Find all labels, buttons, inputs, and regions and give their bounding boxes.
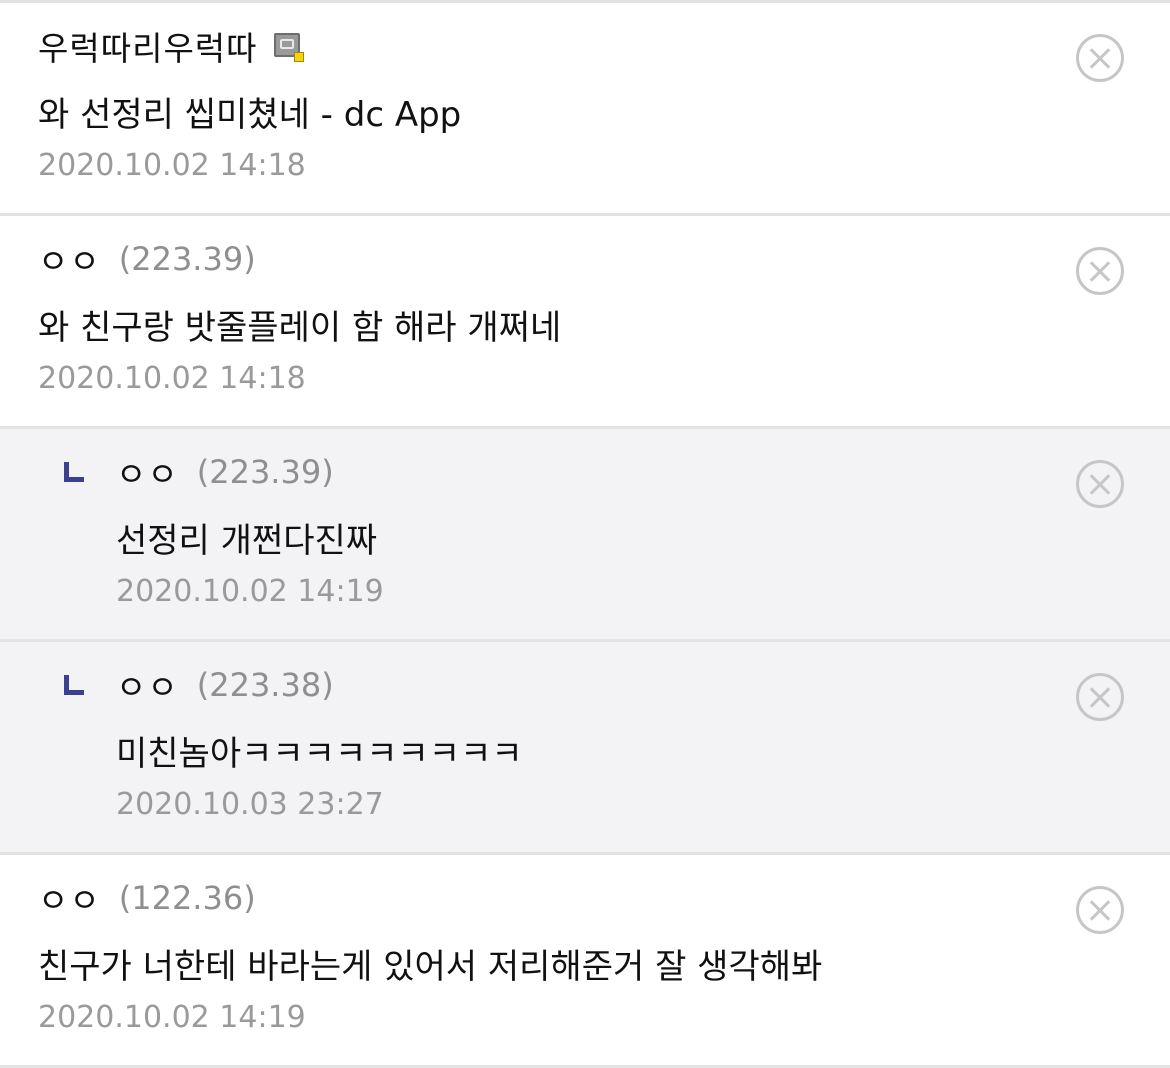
comment-text: 선정리 개쩐다진짜 <box>116 521 378 561</box>
comment-nickname[interactable]: ㅇㅇ <box>116 448 179 496</box>
comment-item: ㅇㅇ (223.39) 와 친구랑 밧줄플레이 함 해라 개쩌네 2020.10… <box>0 216 1170 429</box>
close-circle-icon[interactable] <box>1076 460 1124 508</box>
comment-ip: (223.39) <box>196 453 334 491</box>
comment-list: 우럭따리우럭따 와 선정리 씹미쳤네 - dc App 2020.10.02 1… <box>0 0 1170 1068</box>
comment-ip: (122.36) <box>118 879 256 917</box>
comment-header: ㅇㅇ (223.39) <box>62 447 334 497</box>
gallog-icon[interactable] <box>272 30 304 62</box>
reply-item: ㅇㅇ (223.39) 선정리 개쩐다진짜 2020.10.02 14:19 <box>0 429 1170 642</box>
comment-nickname[interactable]: ㅇㅇ <box>38 235 101 283</box>
reply-item: ㅇㅇ (223.38) 미친놈아ㅋㅋㅋㅋㅋㅋㅋㅋㅋ 2020.10.03 23:… <box>0 642 1170 855</box>
comment-date: 2020.10.02 14:19 <box>38 1000 306 1035</box>
comment-date: 2020.10.03 23:27 <box>116 787 384 822</box>
comment-nickname[interactable]: ㅇㅇ <box>116 661 179 709</box>
comment-header: 우럭따리우럭따 <box>38 21 304 71</box>
comment-item: 우럭따리우럭따 와 선정리 씹미쳤네 - dc App 2020.10.02 1… <box>0 3 1170 216</box>
comment-text: 와 선정리 씹미쳤네 - dc App <box>38 95 462 135</box>
comment-text: 와 친구랑 밧줄플레이 함 해라 개쩌네 <box>38 308 562 348</box>
comment-header: ㅇㅇ (223.39) <box>38 234 256 284</box>
close-circle-icon[interactable] <box>1076 247 1124 295</box>
comment-ip: (223.39) <box>118 240 256 278</box>
reply-arrow-icon <box>62 458 84 486</box>
comment-nickname[interactable]: ㅇㅇ <box>38 874 101 922</box>
comment-date: 2020.10.02 14:18 <box>38 148 306 183</box>
comment-text: 친구가 너한테 바라는게 있어서 저리해준거 잘 생각해봐 <box>38 947 823 987</box>
close-circle-icon[interactable] <box>1076 673 1124 721</box>
comment-item: ㅇㅇ (122.36) 친구가 너한테 바라는게 있어서 저리해준거 잘 생각해… <box>0 855 1170 1068</box>
comment-date: 2020.10.02 14:19 <box>116 574 384 609</box>
comment-header: ㅇㅇ (223.38) <box>62 660 334 710</box>
comment-ip: (223.38) <box>196 666 334 704</box>
comment-date: 2020.10.02 14:18 <box>38 361 306 396</box>
comment-header: ㅇㅇ (122.36) <box>38 873 256 923</box>
reply-arrow-icon <box>62 671 84 699</box>
close-circle-icon[interactable] <box>1076 34 1124 82</box>
close-circle-icon[interactable] <box>1076 886 1124 934</box>
comment-nickname[interactable]: 우럭따리우럭따 <box>38 22 258 70</box>
comment-text: 미친놈아ㅋㅋㅋㅋㅋㅋㅋㅋㅋ <box>116 734 523 774</box>
